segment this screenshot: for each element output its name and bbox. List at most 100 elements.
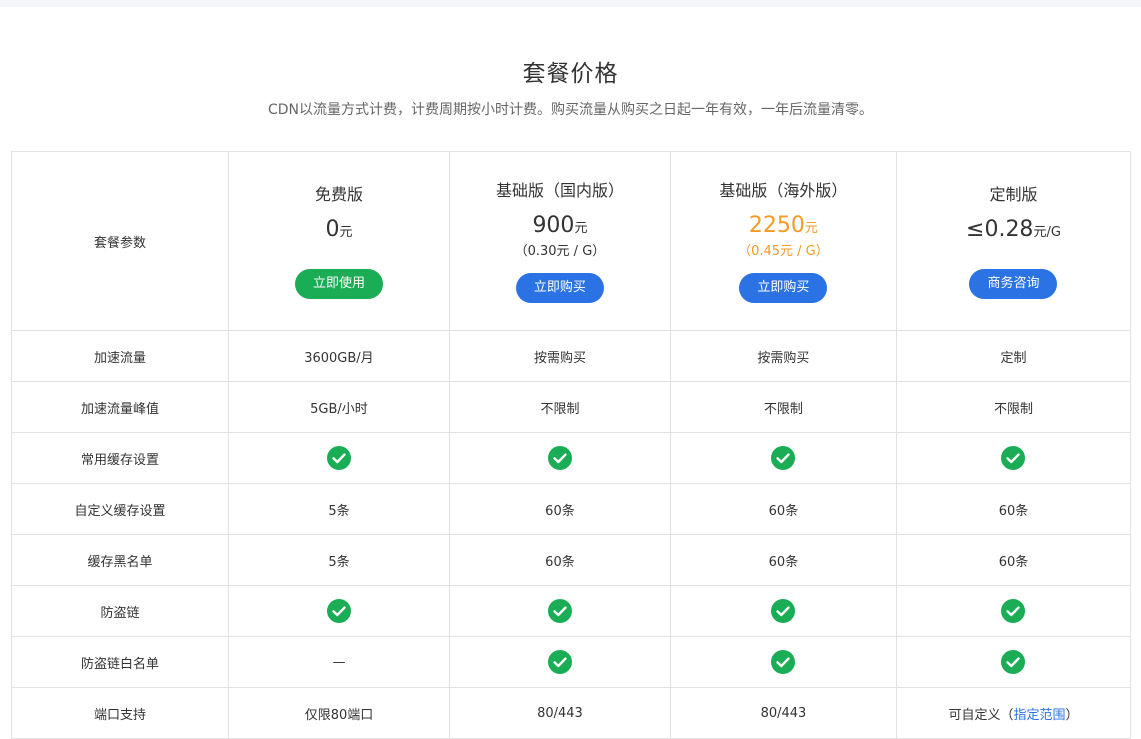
feature-value-cell: — [227,636,450,688]
feature-label: 加速流量 [93,350,146,366]
price-unit: 元 [574,220,588,236]
feature-label: 防盗链白名单 [80,656,159,672]
feature-label-cell: 防盗链 [11,585,229,637]
param-header-cell: 套餐参数 [11,151,229,331]
buy-now-button[interactable]: 立即购买 [515,272,604,303]
feature-row: 防盗链 [11,585,1132,637]
not-supported-dash: — [332,654,346,670]
feature-value-cell: 60条 [448,483,671,535]
feature-value-suffix: ） [1065,707,1079,723]
feature-value-cell [669,432,897,484]
feature-value-cell: 3600GB/月 [227,330,450,382]
feature-rows: 加速流量 3600GB/月 按需购买 按需购买 定制 加速流量峰值 5GB/小时 不限制 不限制… [11,330,1132,739]
feature-label: 常用缓存设置 [80,452,159,468]
feature-value: 5GB/小时 [310,401,368,417]
feature-row: 防盗链白名单 — [11,636,1132,688]
check-icon [326,446,351,470]
buy-now-button[interactable]: 立即购买 [739,272,828,303]
feature-row: 端口支持 仅限80端口 80/443 80/443 可自定义（指定范围） [11,687,1132,739]
feature-label-cell: 常用缓存设置 [11,432,229,484]
feature-row: 常用缓存设置 [11,432,1132,484]
check-icon [1001,599,1026,623]
feature-value: 不限制 [993,401,1033,417]
feature-value-cell [669,585,897,637]
feature-value-cell: 5条 [227,483,450,535]
feature-value-cell: 按需购买 [669,330,897,382]
feature-value-cell: 仅限80端口 [227,687,450,739]
feature-row: 加速流量 3600GB/月 按需购买 按需购买 定制 [11,330,1132,382]
plan-name: 定制版 [989,184,1038,204]
specify-range-link[interactable]: 指定范围 [1013,708,1065,723]
feature-value-cell: 80/443 [448,687,671,739]
plan-header-row: 套餐参数 免费版 0元 立即使用 基础版（国内版） 900元 （0.30元 / … [11,151,1132,331]
feature-value: 60条 [768,554,799,570]
plan-price: 0元 [229,216,449,247]
plan-name: 免费版 [314,184,363,204]
feature-value-cell [227,432,450,484]
feature-value: 5条 [328,554,350,570]
feature-value-cell [448,585,671,637]
feature-label-cell: 自定义缓存设置 [11,483,229,535]
feature-value: 可自定义（ [948,707,1014,723]
price-unit: 元/G [1033,224,1061,240]
feature-value: 按需购买 [533,350,586,366]
feature-value-cell: 不限制 [669,381,897,433]
feature-label-cell: 防盗链白名单 [11,636,229,688]
plan-per-unit: （0.45元 / G） [738,243,829,259]
check-icon [771,446,796,470]
check-icon [1001,650,1026,674]
feature-value-cell: 5条 [227,534,450,586]
price-value: 0 [325,216,340,242]
feature-label: 防盗链 [100,605,140,621]
feature-label-cell: 缓存黑名单 [11,534,229,586]
feature-value-cell: 80/443 [669,687,897,739]
plan-name: 基础版（海外版） [719,180,848,200]
check-icon [771,599,796,623]
feature-label: 端口支持 [93,707,146,723]
feature-value: 仅限80端口 [304,707,374,723]
feature-value: 不限制 [540,401,580,417]
check-icon [771,650,796,674]
feature-value-cell: 5GB/小时 [227,381,450,433]
feature-value: 不限制 [763,401,803,417]
price-value: 2250 [748,212,805,238]
feature-value-cell: 60条 [895,483,1132,535]
feature-value: 80/443 [537,705,583,721]
feature-label-cell: 端口支持 [11,687,229,739]
feature-value-cell [895,636,1132,688]
feature-value-cell: 不限制 [895,381,1132,433]
feature-value: 按需购买 [757,350,810,366]
feature-value: 80/443 [760,705,807,721]
plan-name: 基础版（国内版） [495,180,624,200]
top-bar [0,0,1141,7]
feature-row: 加速流量峰值 5GB/小时 不限制 不限制 不限制 [11,381,1132,433]
feature-value-cell: 60条 [448,534,671,586]
feature-value: 60条 [768,503,799,519]
feature-value: 60条 [545,554,575,570]
check-icon [547,599,572,623]
plan-basic-domestic: 基础版（国内版） 900元 （0.30元 / G） 立即购买 [448,151,671,331]
use-now-button[interactable]: 立即使用 [294,268,383,299]
feature-value-cell [448,636,671,688]
plan-free: 免费版 0元 立即使用 [227,151,450,331]
feature-value-cell [895,585,1132,637]
feature-value: 5条 [328,503,350,519]
feature-label: 缓存黑名单 [87,554,153,570]
price-value: 900 [532,212,575,238]
feature-value-cell: 60条 [895,534,1132,586]
page-title: 套餐价格 [522,61,619,87]
plan-custom: 定制版 ≤0.28元/G 商务咨询 [895,151,1132,331]
feature-value: 60条 [998,554,1029,570]
plan-basic-overseas: 基础版（海外版） 2250元 （0.45元 / G） 立即购买 [669,151,897,331]
feature-value: 定制 [1000,350,1027,366]
feature-value-cell [448,432,671,484]
feature-value: 60条 [545,503,575,519]
pricing-table: 套餐参数 免费版 0元 立即使用 基础版（国内版） 900元 （0.30元 / … [11,151,1132,739]
check-icon [547,650,572,674]
feature-row: 自定义缓存设置 5条 60条 60条 60条 [11,483,1132,535]
param-header-label: 套餐参数 [93,235,146,251]
feature-label: 自定义缓存设置 [74,503,166,519]
business-consult-button[interactable]: 商务咨询 [969,268,1058,299]
feature-value-cell [895,432,1132,484]
price-unit: 元 [804,220,818,236]
